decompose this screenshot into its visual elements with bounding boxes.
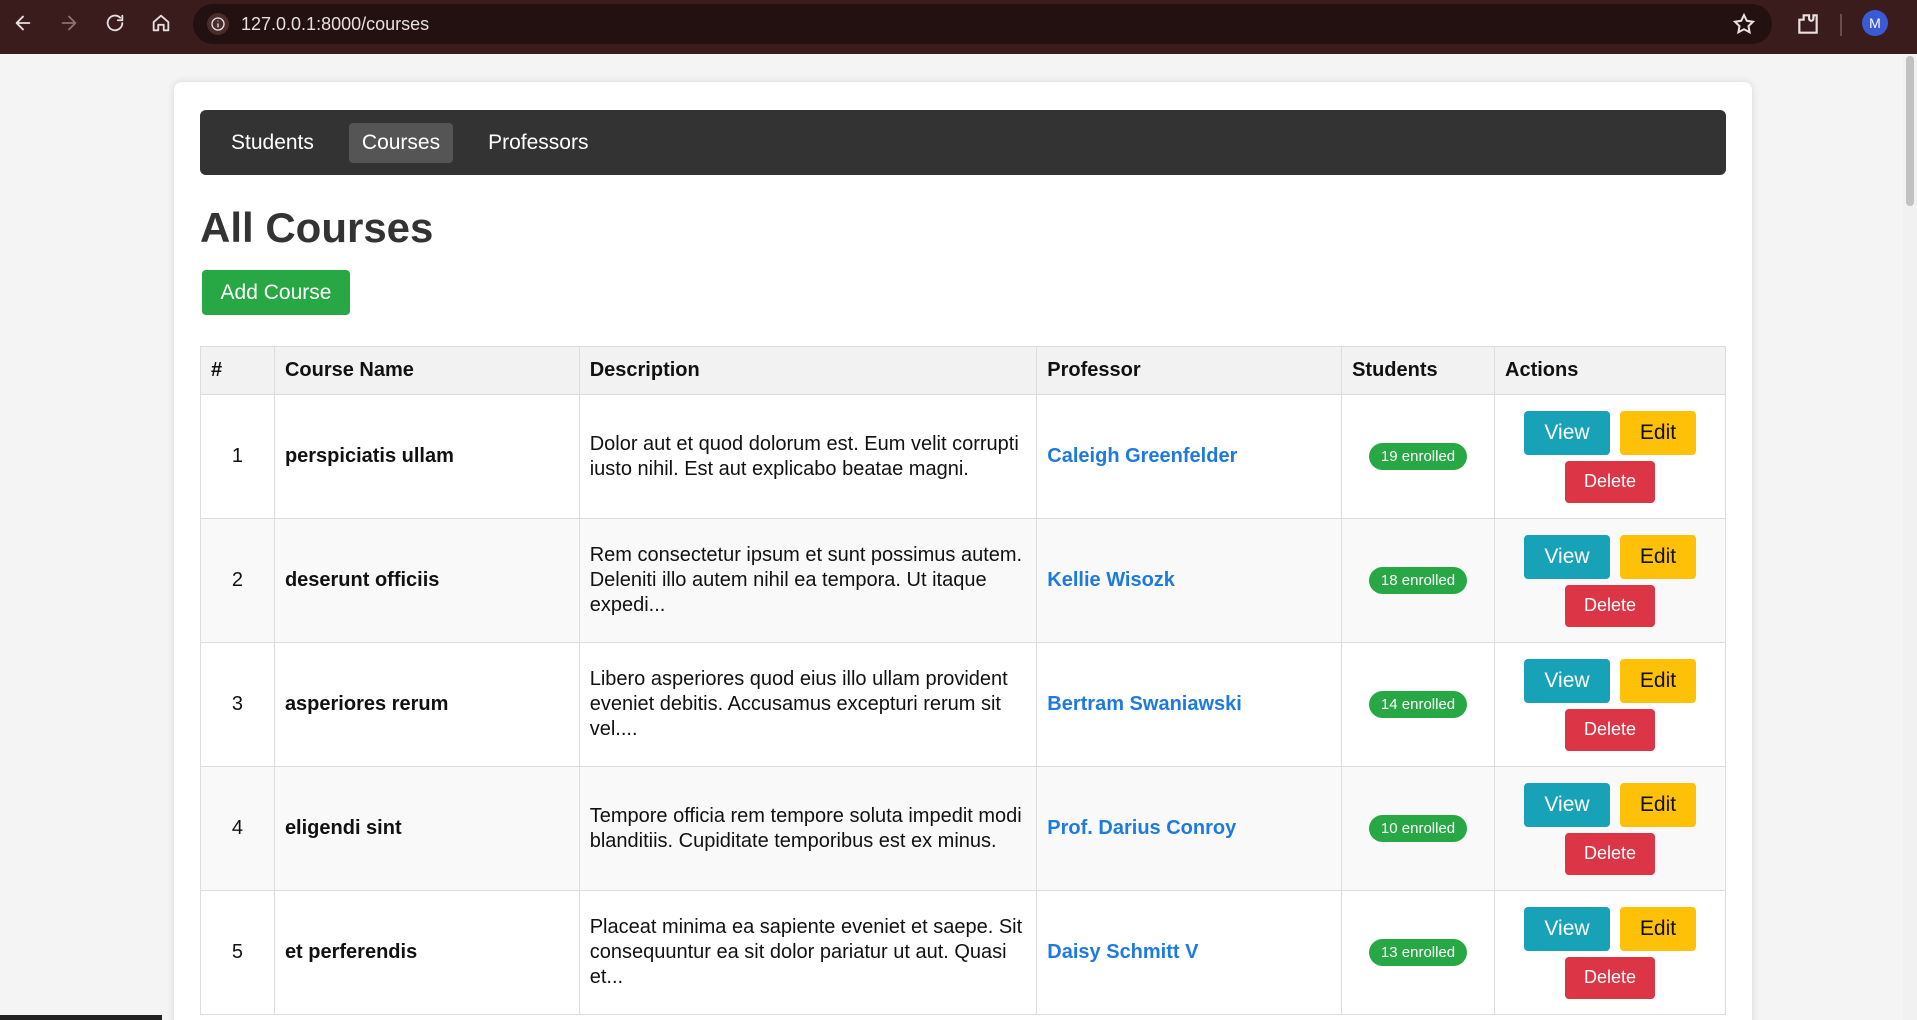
professor-link[interactable]: Daisy Schmitt V <box>1036 890 1343 1015</box>
column-header-number: # <box>200 346 275 395</box>
site-info-icon[interactable] <box>207 13 229 35</box>
actions-cell: View Edit Delete <box>1494 642 1726 767</box>
edit-button[interactable]: Edit <box>1620 534 1696 579</box>
students-cell: 14 enrolled <box>1341 642 1496 767</box>
column-header-students: Students <box>1341 346 1496 395</box>
page-scrollbar[interactable] <box>1903 54 1917 1020</box>
professor-link[interactable]: Bertram Swaniawski <box>1036 642 1343 767</box>
actions-cell: View Edit Delete <box>1494 394 1726 519</box>
course-name: deserunt officiis <box>273 518 580 643</box>
professor-link[interactable]: Prof. Darius Conroy <box>1036 766 1343 891</box>
nav-students[interactable]: Students <box>218 123 327 163</box>
browser-toolbar: 127.0.0.1:8000/courses M <box>0 0 1917 54</box>
row-number: 3 <box>200 642 275 767</box>
edit-button[interactable]: Edit <box>1620 658 1696 703</box>
view-button[interactable]: View <box>1524 410 1610 455</box>
course-name: eligendi sint <box>273 766 580 891</box>
course-description: Dolor aut et quod dolorum est. Eum velit… <box>578 394 1038 519</box>
table-row: 1 perspiciatis ullam Dolor aut et quod d… <box>200 394 1726 519</box>
course-description: Tempore officia rem tempore soluta imped… <box>578 766 1038 891</box>
table-row: 3 asperiores rerum Libero asperiores quo… <box>200 642 1726 767</box>
column-header-professor: Professor <box>1036 346 1343 395</box>
courses-table: # Course Name Description Professor Stud… <box>200 346 1726 1015</box>
actions-cell: View Edit Delete <box>1494 766 1726 891</box>
row-number: 5 <box>200 890 275 1015</box>
professor-link[interactable]: Caleigh Greenfelder <box>1036 394 1343 519</box>
url-text[interactable]: 127.0.0.1:8000/courses <box>241 14 429 35</box>
delete-button[interactable]: Delete <box>1565 460 1655 503</box>
enrolled-badge: 10 enrolled <box>1368 815 1468 842</box>
delete-button[interactable]: Delete <box>1565 584 1655 627</box>
page-title: All Courses <box>200 204 434 251</box>
row-number: 1 <box>200 394 275 519</box>
view-button[interactable]: View <box>1524 906 1610 951</box>
add-course-button[interactable]: Add Course <box>202 270 350 315</box>
enrolled-badge: 14 enrolled <box>1368 691 1468 718</box>
course-description: Placeat minima ea sapiente eveniet et sa… <box>578 890 1038 1015</box>
edit-button[interactable]: Edit <box>1620 410 1696 455</box>
course-description: Libero asperiores quod eius illo ullam p… <box>578 642 1038 767</box>
course-name: perspiciatis ullam <box>273 394 580 519</box>
enrolled-badge: 18 enrolled <box>1368 567 1468 594</box>
column-header-course-name: Course Name <box>273 346 580 395</box>
home-icon[interactable] <box>138 0 184 46</box>
top-navbar: Students Courses Professors <box>200 110 1726 175</box>
scrollbar-thumb[interactable] <box>1906 56 1914 206</box>
star-icon[interactable] <box>1732 12 1756 36</box>
course-description: Rem consectetur ipsum et sunt possimus a… <box>578 518 1038 643</box>
profile-avatar[interactable]: M <box>1862 10 1888 36</box>
professor-link[interactable]: Kellie Wisozk <box>1036 518 1343 643</box>
table-row: 5 et perferendis Placeat minima ea sapie… <box>200 890 1726 1015</box>
column-header-actions: Actions <box>1494 346 1726 395</box>
students-cell: 10 enrolled <box>1341 766 1496 891</box>
view-button[interactable]: View <box>1524 658 1610 703</box>
app-container: Students Courses Professors All Courses … <box>174 82 1752 1020</box>
forward-icon[interactable] <box>46 0 92 46</box>
toolbar-separator <box>1840 14 1842 36</box>
students-cell: 18 enrolled <box>1341 518 1496 643</box>
back-icon[interactable] <box>0 0 46 46</box>
delete-button[interactable]: Delete <box>1565 832 1655 875</box>
taskbar-edge <box>0 1015 162 1020</box>
delete-button[interactable]: Delete <box>1565 708 1655 751</box>
actions-cell: View Edit Delete <box>1494 518 1726 643</box>
column-header-description: Description <box>578 346 1038 395</box>
reload-icon[interactable] <box>92 0 138 46</box>
view-button[interactable]: View <box>1524 782 1610 827</box>
edit-button[interactable]: Edit <box>1620 906 1696 951</box>
students-cell: 19 enrolled <box>1341 394 1496 519</box>
view-button[interactable]: View <box>1524 534 1610 579</box>
course-name: et perferendis <box>273 890 580 1015</box>
enrolled-badge: 13 enrolled <box>1368 939 1468 966</box>
row-number: 4 <box>200 766 275 891</box>
nav-courses[interactable]: Courses <box>348 122 454 163</box>
table-row: 4 eligendi sint Tempore officia rem temp… <box>200 766 1726 891</box>
course-name: asperiores rerum <box>273 642 580 767</box>
enrolled-badge: 19 enrolled <box>1368 443 1468 470</box>
delete-button[interactable]: Delete <box>1565 956 1655 999</box>
address-bar[interactable]: 127.0.0.1:8000/courses <box>193 4 1772 44</box>
edit-button[interactable]: Edit <box>1620 782 1696 827</box>
row-number: 2 <box>200 518 275 643</box>
nav-professors[interactable]: Professors <box>475 123 601 163</box>
students-cell: 13 enrolled <box>1341 890 1496 1015</box>
table-row: 2 deserunt officiis Rem consectetur ipsu… <box>200 518 1726 643</box>
table-header-row: # Course Name Description Professor Stud… <box>200 346 1726 395</box>
extensions-icon[interactable] <box>1795 11 1821 37</box>
actions-cell: View Edit Delete <box>1494 890 1726 1015</box>
